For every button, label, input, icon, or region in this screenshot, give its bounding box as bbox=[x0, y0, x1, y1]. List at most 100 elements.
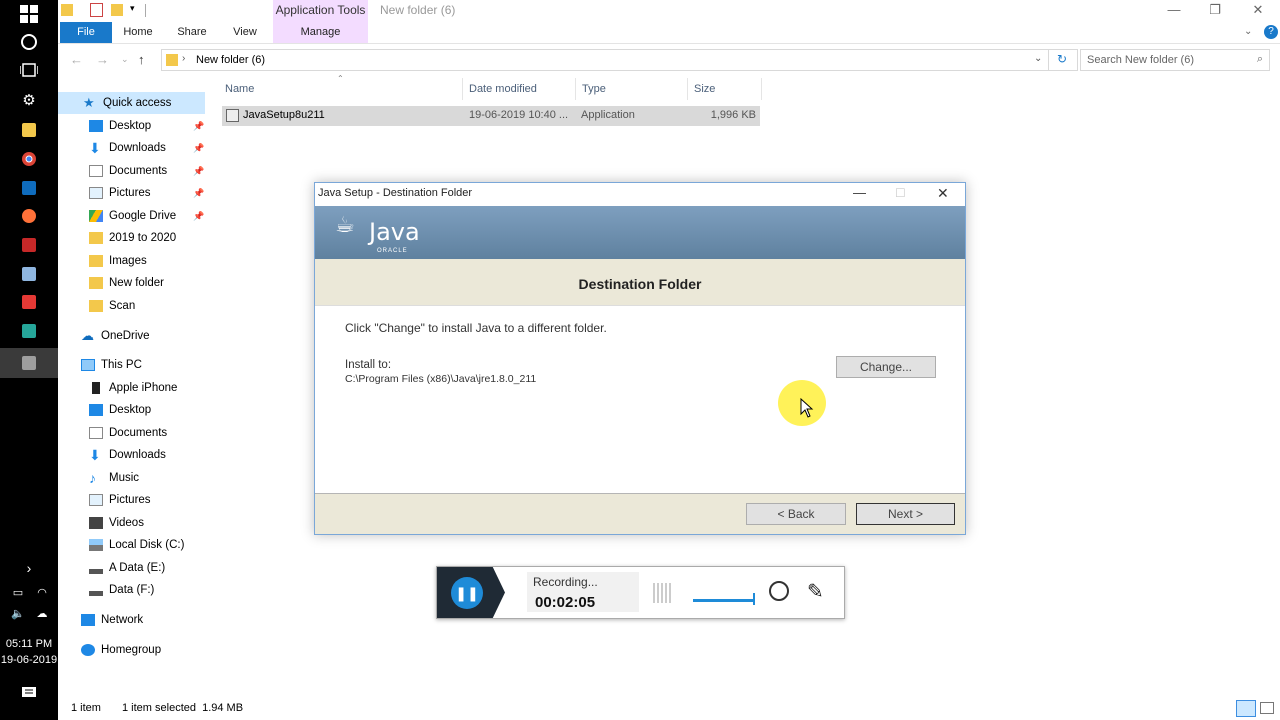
sidebar-item-music[interactable]: ♪ Music bbox=[89, 468, 139, 488]
sidebar-item-new-folder[interactable]: New folder bbox=[89, 273, 164, 293]
sidebar-item-onedrive[interactable]: ☁ OneDrive bbox=[81, 326, 150, 346]
file-explorer-icon[interactable] bbox=[17, 118, 41, 142]
sidebar-item-pc-downloads[interactable]: ⬇ Downloads bbox=[89, 445, 166, 465]
new-folder-icon[interactable] bbox=[111, 4, 123, 16]
volume-slider-handle[interactable] bbox=[753, 593, 755, 605]
vlc-icon[interactable] bbox=[17, 233, 41, 257]
firefox-icon[interactable] bbox=[17, 204, 41, 228]
restore-icon[interactable]: ❐ bbox=[1205, 2, 1225, 20]
sidebar-item-videos[interactable]: Videos bbox=[89, 513, 144, 533]
sidebar-item-label: Videos bbox=[109, 517, 144, 529]
video-film-icon bbox=[89, 517, 103, 529]
forward-arrow-icon[interactable]: → bbox=[96, 52, 109, 67]
sidebar-item-homegroup[interactable]: Homegroup bbox=[81, 640, 161, 660]
refresh-icon[interactable]: ↻ bbox=[1057, 52, 1067, 66]
volume-slider[interactable] bbox=[693, 599, 755, 602]
show-hidden-icons-chevron-icon[interactable]: › bbox=[17, 556, 41, 580]
back-button[interactable]: < Back bbox=[746, 503, 846, 525]
column-header-type[interactable]: Type bbox=[582, 83, 606, 95]
recording-status: Recording... bbox=[533, 575, 598, 589]
settings-gear-icon[interactable]: ⚙ bbox=[17, 88, 41, 112]
sidebar-item-data-f[interactable]: Data (F:) bbox=[89, 580, 154, 600]
sidebar-item-scan[interactable]: Scan bbox=[89, 296, 135, 316]
windows-start-icon[interactable] bbox=[17, 2, 41, 26]
sidebar-item-label: Data (F:) bbox=[109, 584, 155, 596]
sidebar-item-2019-to-2020[interactable]: 2019 to 2020 bbox=[89, 228, 176, 248]
drive-icon bbox=[89, 568, 103, 574]
pen-annotate-icon[interactable]: ✎ bbox=[807, 579, 824, 604]
cortana-icon[interactable] bbox=[17, 30, 41, 54]
next-button[interactable]: Next > bbox=[856, 503, 955, 525]
sidebar-item-quick-access[interactable]: ★ Quick access bbox=[83, 93, 171, 113]
expand-ribbon-chevron-icon[interactable]: ⌄ bbox=[1244, 26, 1252, 37]
sidebar-item-pc-documents[interactable]: Documents bbox=[89, 423, 167, 443]
sidebar-item-images[interactable]: Images bbox=[89, 251, 147, 271]
outlook-icon[interactable] bbox=[17, 176, 41, 200]
action-center-icon[interactable] bbox=[17, 681, 41, 705]
tab-home[interactable]: Home bbox=[118, 22, 158, 43]
app-icon[interactable] bbox=[17, 290, 41, 314]
address-dropdown-chevron-icon[interactable]: ⌄ bbox=[1034, 53, 1042, 64]
tab-share[interactable]: Share bbox=[172, 22, 212, 43]
tab-view[interactable]: View bbox=[225, 22, 265, 43]
sidebar-item-this-pc[interactable]: This PC bbox=[81, 355, 142, 375]
search-icon[interactable]: ⌕ bbox=[1257, 53, 1263, 66]
notepad-icon[interactable] bbox=[17, 262, 41, 286]
large-icons-view-icon[interactable] bbox=[1260, 702, 1274, 714]
close-icon[interactable]: ✕ bbox=[1248, 2, 1268, 20]
details-view-icon[interactable] bbox=[1236, 700, 1256, 717]
column-divider[interactable] bbox=[761, 78, 762, 100]
sidebar-item-network[interactable]: Network bbox=[81, 610, 143, 630]
tab-manage[interactable]: Manage bbox=[273, 22, 368, 43]
sidebar-item-apple-iphone[interactable]: Apple iPhone bbox=[89, 378, 177, 398]
properties-icon[interactable] bbox=[90, 3, 103, 17]
dialog-minimize-icon[interactable]: — bbox=[853, 185, 866, 200]
dialog-titlebar: Java Setup - Destination Folder — ☐ ✕ bbox=[315, 183, 965, 206]
column-divider[interactable] bbox=[687, 78, 688, 100]
pin-icon[interactable]: 📌 bbox=[193, 121, 204, 132]
column-header-date-modified[interactable]: Date modified bbox=[469, 83, 537, 95]
address-bar[interactable]: › New folder (6) ⌄ ↻ bbox=[161, 49, 1078, 71]
pin-icon[interactable]: 📌 bbox=[193, 188, 204, 199]
sidebar-item-downloads[interactable]: ⬇ Downloads bbox=[89, 138, 166, 158]
tab-file[interactable]: File bbox=[60, 22, 112, 43]
back-arrow-icon[interactable]: ← bbox=[70, 52, 83, 67]
sidebar-item-desktop[interactable]: Desktop bbox=[89, 116, 151, 136]
volume-icon[interactable]: 🔈 bbox=[6, 601, 30, 625]
column-divider[interactable] bbox=[575, 78, 576, 100]
help-icon[interactable]: ? bbox=[1264, 25, 1278, 39]
column-header-name[interactable]: Name bbox=[225, 83, 254, 95]
task-view-icon[interactable] bbox=[17, 58, 41, 82]
chrome-icon[interactable] bbox=[17, 147, 41, 171]
pin-icon[interactable]: 📌 bbox=[193, 143, 204, 154]
sidebar-item-a-data-e[interactable]: A Data (E:) bbox=[89, 558, 165, 578]
column-divider[interactable] bbox=[462, 78, 463, 100]
pin-icon[interactable]: 📌 bbox=[193, 211, 204, 222]
onedrive-tray-icon[interactable]: ☁ bbox=[30, 601, 54, 625]
sidebar-item-google-drive[interactable]: Google Drive bbox=[89, 206, 176, 226]
sidebar-item-pictures[interactable]: Pictures bbox=[89, 183, 151, 203]
webcam-icon[interactable] bbox=[769, 581, 789, 601]
customize-toolbar-icon[interactable]: ▾ bbox=[130, 3, 135, 14]
column-header-size[interactable]: Size bbox=[694, 83, 715, 95]
pin-icon[interactable]: 📌 bbox=[193, 166, 204, 177]
recent-locations-chevron-icon[interactable]: ⌄ bbox=[121, 54, 129, 65]
sidebar-item-label: Network bbox=[101, 614, 144, 626]
change-button[interactable]: Change... bbox=[836, 356, 936, 378]
taskbar-clock[interactable]: 05:11 PM 19-06-2019 bbox=[0, 636, 58, 668]
breadcrumb-chevron-icon[interactable]: › bbox=[182, 53, 185, 64]
table-row[interactable]: JavaSetup8u211 19-06-2019 10:40 ... Appl… bbox=[222, 106, 760, 126]
sidebar-item-pc-desktop[interactable]: Desktop bbox=[89, 400, 151, 420]
search-input[interactable]: Search New folder (6) ⌕ bbox=[1080, 49, 1270, 71]
webcam-app-icon[interactable] bbox=[17, 319, 41, 343]
dialog-close-icon[interactable]: ✕ bbox=[937, 185, 949, 202]
document-icon bbox=[89, 427, 103, 439]
sidebar-item-local-disk-c[interactable]: Local Disk (C:) bbox=[89, 535, 184, 555]
dialog-maximize-icon: ☐ bbox=[895, 186, 906, 200]
java-setup-icon[interactable] bbox=[17, 351, 41, 375]
pause-icon[interactable]: ❚❚ bbox=[451, 577, 483, 609]
minimize-icon[interactable]: — bbox=[1164, 2, 1184, 20]
sidebar-item-pc-pictures[interactable]: Pictures bbox=[89, 490, 151, 510]
up-arrow-icon[interactable]: ↑ bbox=[138, 52, 145, 67]
sidebar-item-documents[interactable]: Documents bbox=[89, 161, 167, 181]
